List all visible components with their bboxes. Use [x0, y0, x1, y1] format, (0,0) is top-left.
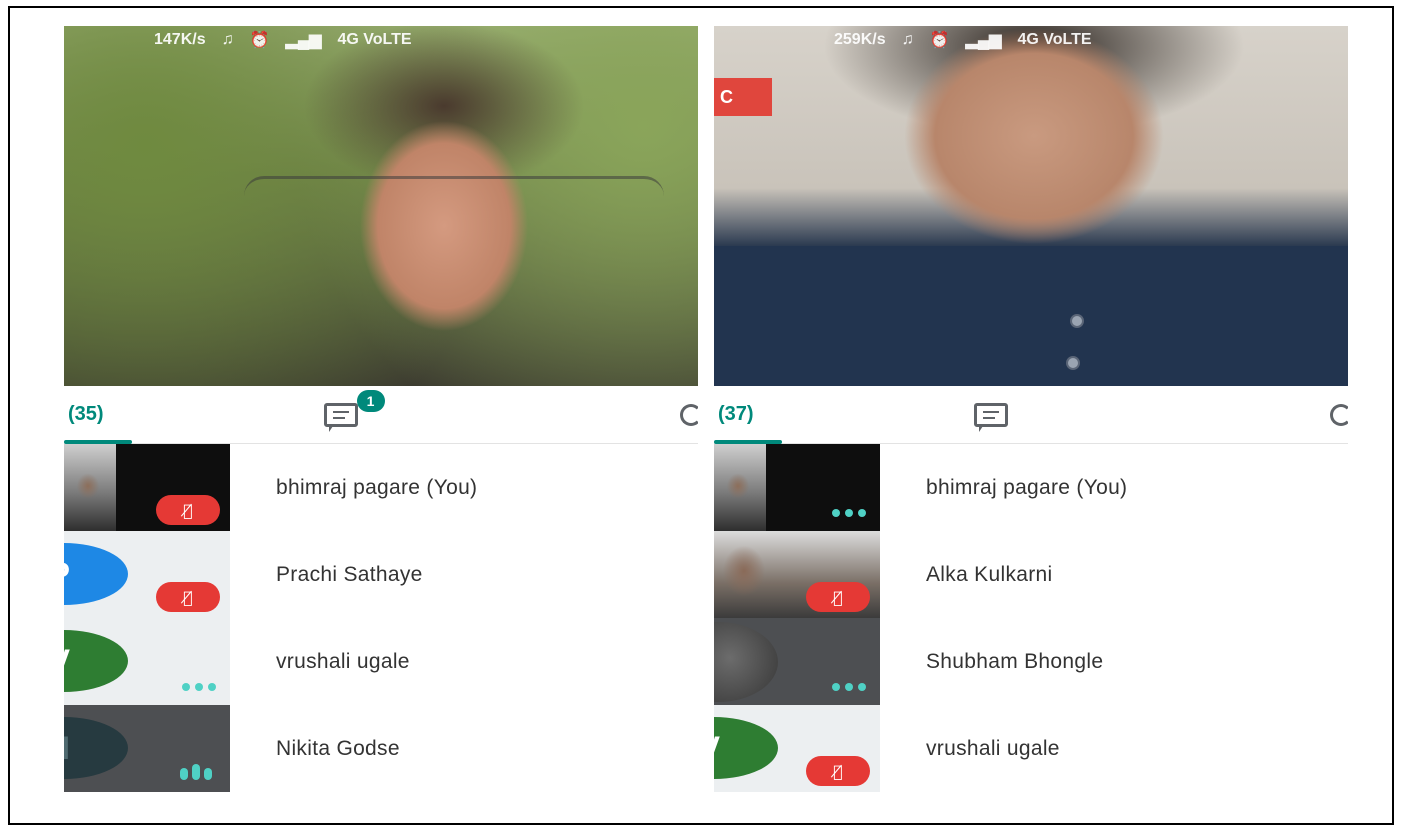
speaker-shirt: [714, 246, 1348, 386]
recording-badge: C: [714, 78, 772, 116]
more-dots-icon: [182, 683, 216, 691]
chat-unread-badge: 1: [356, 389, 385, 412]
mic-off-icon: 🎙̸: [806, 756, 870, 786]
network-speed: 259K/s: [834, 31, 886, 48]
signal-icon: ▂▄▆: [285, 32, 322, 49]
participant-row[interactable]: Shubham Bhongle: [714, 618, 1348, 705]
participant-row[interactable]: 🎙̸ bhimraj pagare (You): [64, 444, 698, 531]
participant-thumbnail: [64, 444, 116, 531]
participant-row[interactable]: V vrushali ugale: [64, 618, 698, 705]
info-icon[interactable]: [680, 403, 698, 426]
participants-tabbar: (35) 1: [64, 386, 698, 444]
speaker-glasses: [244, 176, 664, 216]
participant-name: vrushali ugale: [276, 649, 410, 673]
participant-avatar: V: [714, 717, 778, 779]
participant-tile: 🎙̸: [64, 444, 230, 531]
chat-tail: [328, 425, 333, 432]
participant-count[interactable]: (37): [718, 403, 754, 426]
chat-icon[interactable]: [973, 402, 1008, 432]
participant-tile: N: [64, 705, 230, 792]
participant-name: bhimraj pagare (You): [276, 475, 478, 499]
status-bar: 147K/s ♫ ⏰ ▂▄▆ 4G VoLTE: [64, 26, 698, 54]
participant-list: bhimraj pagare (You) 🎙̸ Alka Kulkarni Sh…: [714, 444, 1348, 792]
participant-thumbnail: [714, 444, 766, 531]
more-dots-icon: [832, 683, 866, 691]
main-video-feed[interactable]: 259K/s ♫ ⏰ ▂▄▆ 4G VoLTE C: [714, 26, 1348, 386]
participant-row[interactable]: bhimraj pagare (You): [714, 444, 1348, 531]
mic-off-icon: 🎙̸: [156, 495, 220, 525]
participant-count[interactable]: (35): [68, 403, 104, 426]
screenshot-frame: 147K/s ♫ ⏰ ▂▄▆ 4G VoLTE (35) 1 🎙̸ bhimra…: [8, 6, 1394, 825]
participant-name: Shubham Bhongle: [926, 649, 1104, 673]
participant-row[interactable]: N Nikita Godse: [64, 705, 698, 792]
network-type: 4G VoLTE: [1017, 31, 1092, 48]
participant-name: Nikita Godse: [276, 736, 400, 760]
participant-list: 🎙̸ bhimraj pagare (You) P 🎙̸ Prachi Sath…: [64, 444, 698, 792]
network-speed: 147K/s: [154, 31, 206, 48]
participant-name: Prachi Sathaye: [276, 562, 423, 586]
participant-avatar: N: [64, 717, 128, 779]
participant-name: bhimraj pagare (You): [926, 475, 1128, 499]
more-dots-icon: [832, 509, 866, 517]
main-video-feed[interactable]: 147K/s ♫ ⏰ ▂▄▆ 4G VoLTE: [64, 26, 698, 386]
alarm-icon: ⏰: [249, 32, 270, 49]
participant-avatar: [714, 622, 778, 702]
participant-name: Alka Kulkarni: [926, 562, 1053, 586]
participant-tile: [714, 444, 880, 531]
audio-level-icon: [180, 764, 212, 780]
info-icon[interactable]: [1330, 403, 1348, 426]
participant-tile: P 🎙̸: [64, 531, 230, 618]
participants-tabbar: (37): [714, 386, 1348, 444]
participant-row[interactable]: 🎙̸ Alka Kulkarni: [714, 531, 1348, 618]
participant-name: vrushali ugale: [926, 736, 1060, 760]
participant-tile: V 🎙̸: [714, 705, 880, 792]
mic-off-icon: 🎙̸: [806, 582, 870, 612]
right-phone-screen: 259K/s ♫ ⏰ ▂▄▆ 4G VoLTE C (37) bhimraj p…: [714, 26, 1348, 792]
participant-row[interactable]: V 🎙̸ vrushali ugale: [714, 705, 1348, 792]
chat-icon[interactable]: 1: [323, 389, 385, 432]
chat-tail: [978, 425, 983, 432]
participant-avatar: V: [64, 630, 128, 692]
participant-tile: [714, 618, 880, 705]
participant-tile: V: [64, 618, 230, 705]
headphones-icon: ♫: [901, 31, 914, 48]
shirt-button: [1070, 314, 1084, 328]
signal-icon: ▂▄▆: [965, 32, 1002, 49]
mic-off-icon: 🎙̸: [156, 582, 220, 612]
participant-avatar: P: [64, 543, 128, 605]
alarm-icon: ⏰: [929, 32, 950, 49]
participant-row[interactable]: P 🎙̸ Prachi Sathaye: [64, 531, 698, 618]
shirt-button: [1066, 356, 1080, 370]
left-phone-screen: 147K/s ♫ ⏰ ▂▄▆ 4G VoLTE (35) 1 🎙̸ bhimra…: [64, 26, 698, 792]
headphones-icon: ♫: [221, 31, 234, 48]
status-bar: 259K/s ♫ ⏰ ▂▄▆ 4G VoLTE: [714, 26, 1348, 54]
network-type: 4G VoLTE: [337, 31, 412, 48]
participant-tile: 🎙̸: [714, 531, 880, 618]
